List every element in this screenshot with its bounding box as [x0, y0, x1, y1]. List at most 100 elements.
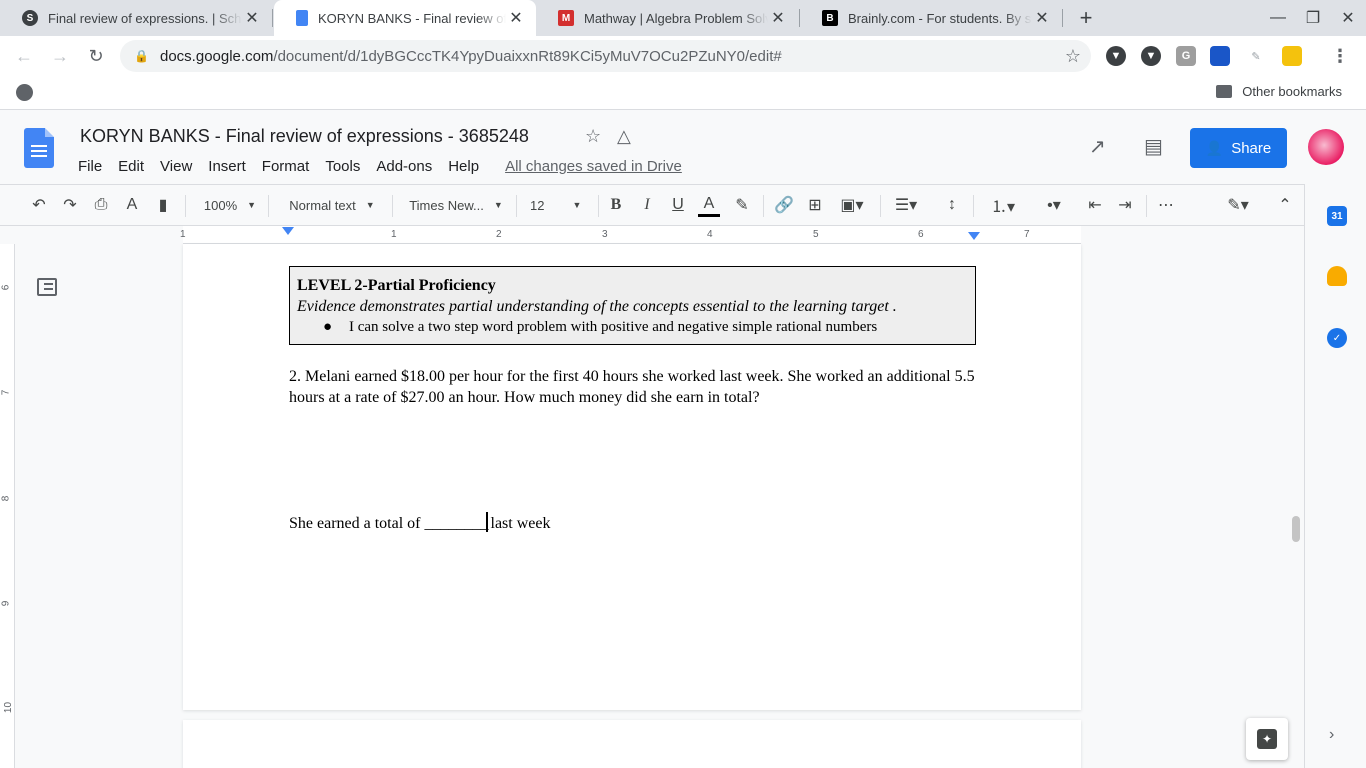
browser-tab[interactable]: B Brainly.com - For students. By stu ✕: [800, 0, 1062, 36]
insert-link-icon[interactable]: 🔗: [773, 193, 795, 217]
calendar-icon[interactable]: 31: [1327, 206, 1347, 226]
redo-icon[interactable]: ↷: [59, 193, 81, 217]
explore-button[interactable]: ✦: [1246, 718, 1288, 760]
back-icon[interactable]: ←: [8, 40, 40, 72]
close-icon[interactable]: ✕: [768, 8, 788, 28]
decrease-indent-icon[interactable]: ⇤: [1084, 193, 1106, 217]
tab-divider: [1062, 9, 1063, 27]
paragraph-style-select[interactable]: Normal text ▼: [282, 193, 382, 217]
extension-grid-icon[interactable]: [1282, 46, 1302, 66]
browser-tab-active[interactable]: KORYN BANKS - Final review of e ✕: [274, 0, 536, 36]
forward-icon[interactable]: →: [44, 40, 76, 72]
menu-add-ons[interactable]: Add-ons: [368, 156, 440, 177]
window-close-icon[interactable]: ✕: [1330, 0, 1366, 36]
align-icon[interactable]: ☰▾: [889, 193, 923, 217]
comments-icon[interactable]: ▤: [1144, 134, 1163, 159]
minimize-icon[interactable]: —: [1260, 0, 1296, 36]
new-tab-icon[interactable]: +: [1068, 0, 1104, 36]
extension-leaf-icon[interactable]: ✎: [1246, 46, 1266, 66]
url-host: docs.google.com: [160, 47, 274, 65]
address-bar[interactable]: 🔒 docs.google.com/document/d/1dyBGCccTK4…: [120, 40, 1091, 72]
keep-icon[interactable]: [1327, 266, 1347, 286]
ruler-number: 9: [0, 600, 12, 607]
text-color-icon[interactable]: A: [698, 193, 720, 217]
document-outline-icon[interactable]: [37, 278, 57, 296]
chevron-down-icon: ▼: [247, 200, 257, 210]
document-title[interactable]: KORYN BANKS - Final review of expression…: [80, 126, 529, 147]
ruler-number: 3: [602, 229, 608, 240]
editing-mode-icon[interactable]: ✎▾: [1218, 193, 1258, 217]
schoology-favicon-icon: S: [22, 10, 38, 26]
paint-format-icon[interactable]: ▮: [152, 193, 174, 217]
activity-trend-icon[interactable]: ↗: [1089, 134, 1106, 159]
extension-shield-icon[interactable]: ▼: [1141, 46, 1161, 66]
browser-tab[interactable]: S Final review of expressions. | Sch ✕: [0, 0, 272, 36]
browser-tab-strip: S Final review of expressions. | Sch ✕ K…: [0, 0, 1366, 36]
list-item: ● I can solve a two step word problem wi…: [297, 317, 968, 338]
spellcheck-icon[interactable]: A: [121, 193, 143, 217]
mathway-favicon-icon: M: [558, 10, 574, 26]
next-document-page[interactable]: [183, 720, 1081, 768]
chevron-down-icon: ▼: [365, 200, 375, 210]
menu-insert[interactable]: Insert: [200, 156, 254, 177]
chevron-right-icon[interactable]: ›: [1329, 726, 1334, 744]
toolbar-divider: [880, 195, 881, 217]
close-icon[interactable]: ✕: [506, 8, 526, 28]
avatar[interactable]: [1308, 129, 1344, 165]
move-to-drive-icon[interactable]: △: [617, 126, 631, 147]
underline-icon[interactable]: U: [667, 193, 689, 217]
word-problem-text: 2. Melani earned $18.00 per hour for the…: [289, 368, 975, 406]
reload-icon[interactable]: ↻: [80, 40, 112, 72]
document-page[interactable]: LEVEL 2-Partial Proficiency Evidence dem…: [183, 244, 1081, 710]
share-button[interactable]: 👤 Share: [1190, 128, 1287, 168]
undo-icon[interactable]: ↶: [28, 193, 50, 217]
font-size-select[interactable]: 12 ▼: [530, 193, 590, 217]
toolbar-divider: [763, 195, 764, 217]
add-comment-icon[interactable]: ⊞: [804, 193, 826, 217]
scrollbar-thumb[interactable]: [1292, 516, 1300, 542]
more-icon[interactable]: ⋯: [1155, 193, 1177, 217]
restore-icon[interactable]: ❐: [1295, 0, 1331, 36]
bold-icon[interactable]: B: [605, 193, 627, 217]
browser-menu-icon[interactable]: ⋮: [1330, 46, 1350, 66]
ruler-number: 1: [180, 229, 186, 240]
bookmark-star-icon[interactable]: ☆: [1065, 46, 1081, 67]
extension-g-icon[interactable]: G: [1176, 46, 1196, 66]
vertical-ruler[interactable]: 6 7 8 9 10: [0, 244, 15, 768]
tasks-icon[interactable]: ✓: [1327, 328, 1347, 348]
other-bookmarks[interactable]: Other bookmarks: [1216, 84, 1342, 99]
menu-file[interactable]: File: [70, 156, 110, 177]
star-icon[interactable]: ☆: [585, 126, 601, 147]
docs-logo-icon[interactable]: [24, 128, 54, 168]
increase-indent-icon[interactable]: ⇥: [1114, 193, 1136, 217]
horizontal-ruler[interactable]: 1 1 2 3 4 5 6 7: [180, 226, 1081, 244]
extension-shield-icon[interactable]: ▼: [1106, 46, 1126, 66]
menu-tools[interactable]: Tools: [317, 156, 368, 177]
ruler-number: 7: [1024, 229, 1030, 240]
highlight-icon[interactable]: ✎: [731, 193, 753, 217]
menu-view[interactable]: View: [152, 156, 200, 177]
close-icon[interactable]: ✕: [242, 8, 262, 28]
tab-title: Final review of expressions. | Sch: [48, 10, 242, 26]
right-indent-marker[interactable]: [968, 232, 980, 240]
bulleted-list-icon[interactable]: •▾: [1034, 193, 1074, 217]
font-select[interactable]: Times New... ▼: [406, 193, 506, 217]
menu-format[interactable]: Format: [254, 156, 318, 177]
print-icon[interactable]: ⎙: [90, 193, 112, 217]
toolbar-divider: [973, 195, 974, 217]
left-indent-marker[interactable]: [282, 227, 294, 235]
extension-screen-icon[interactable]: [1210, 46, 1230, 66]
line-spacing-icon[interactable]: ↕: [941, 193, 963, 217]
collapse-menus-icon[interactable]: ⌃: [1274, 193, 1296, 217]
close-icon[interactable]: ✕: [1032, 8, 1052, 28]
italic-icon[interactable]: I: [636, 193, 658, 217]
numbered-list-icon[interactable]: ⒈▾: [983, 193, 1023, 217]
globe-icon[interactable]: [16, 84, 33, 101]
save-status[interactable]: All changes saved in Drive: [497, 156, 690, 177]
menu-edit[interactable]: Edit: [110, 156, 152, 177]
ruler-number: 6: [0, 284, 12, 291]
insert-image-icon[interactable]: ▣▾: [834, 193, 870, 217]
zoom-select[interactable]: 100% ▼: [199, 193, 261, 217]
browser-tab[interactable]: M Mathway | Algebra Problem Solver ✕: [536, 0, 798, 36]
menu-help[interactable]: Help: [440, 156, 487, 177]
